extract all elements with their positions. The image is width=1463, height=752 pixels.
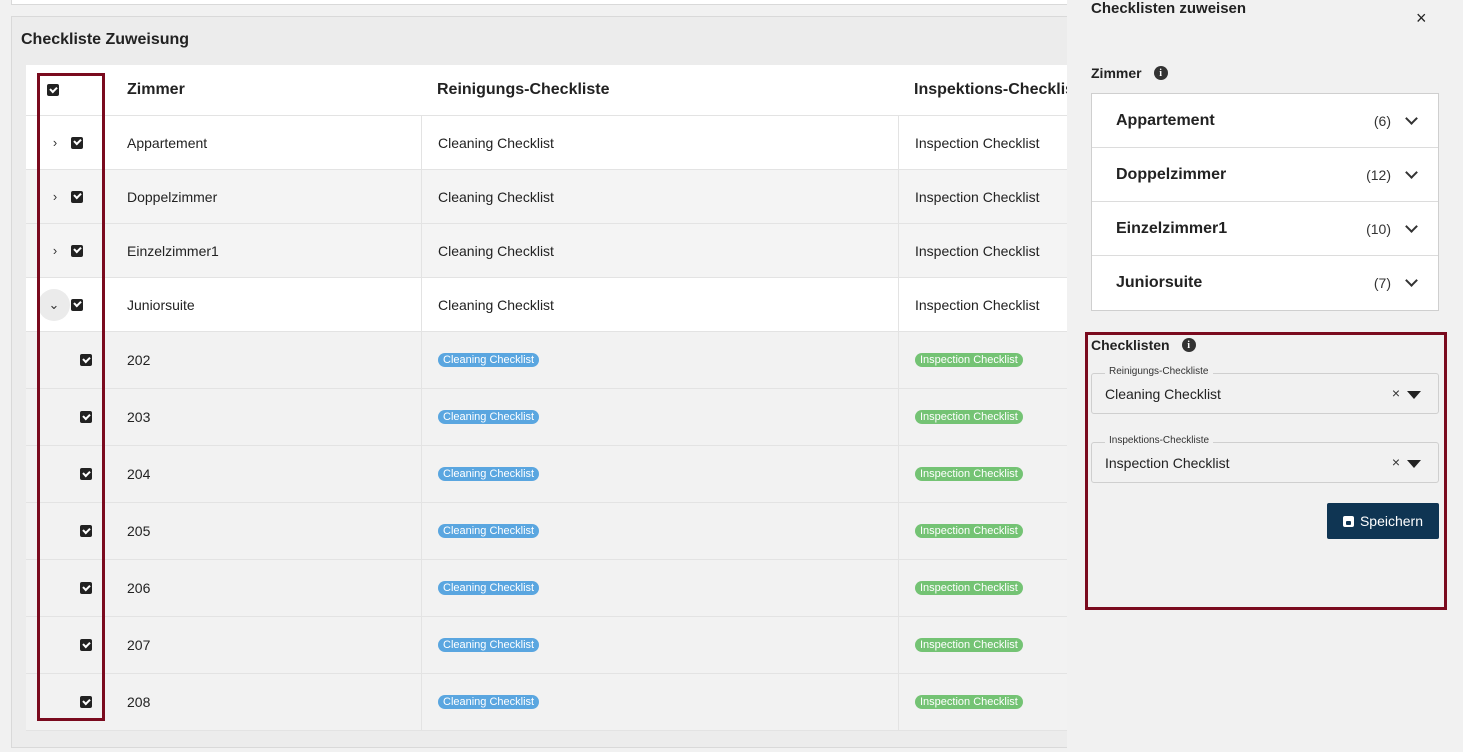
inspection-badge: Inspection Checklist xyxy=(915,524,1023,538)
chevron-down-icon[interactable] xyxy=(1405,112,1418,125)
header-zimmer[interactable]: Zimmer xyxy=(127,65,421,115)
inspection-badge: Inspection Checklist xyxy=(915,467,1023,481)
room-number: 205 xyxy=(127,523,151,539)
cleaning-badge: Cleaning Checklist xyxy=(438,410,540,424)
table-row[interactable]: 202 Cleaning Checklist Inspection Checkl… xyxy=(26,332,1082,389)
cleaning-badge: Cleaning Checklist xyxy=(438,581,540,595)
table-row-group[interactable]: › Doppelzimmer Cleaning Checklist Inspec… xyxy=(26,170,1082,224)
table-row[interactable]: 203 Cleaning Checklist Inspection Checkl… xyxy=(26,389,1082,446)
cleaning-badge: Cleaning Checklist xyxy=(438,467,540,481)
inspection-checklist-cell: Inspection Checklist xyxy=(898,278,1082,331)
room-number: 202 xyxy=(127,352,151,368)
cleaning-checklist-cell: Cleaning Checklist xyxy=(421,170,898,223)
inspection-badge: Inspection Checklist xyxy=(915,638,1023,652)
room-type-accordion: Appartement (6) Doppelzimmer (12) Einzel… xyxy=(1091,93,1439,311)
room-type-name: Doppelzimmer xyxy=(127,188,218,205)
cleaning-checklist-cell: Cleaning Checklist xyxy=(421,116,898,169)
inspection-badge: Inspection Checklist xyxy=(915,695,1023,709)
accordion-item-name: Einzelzimmer1 xyxy=(1116,219,1228,237)
accordion-item-name: Appartement xyxy=(1116,111,1215,129)
cleaning-badge: Cleaning Checklist xyxy=(438,695,540,709)
accordion-item-count: (6) xyxy=(1373,112,1391,129)
accordion-item-count: (10) xyxy=(1366,220,1391,237)
table-row[interactable]: 206 Cleaning Checklist Inspection Checkl… xyxy=(26,560,1082,617)
accordion-item[interactable]: Einzelzimmer1 (10) xyxy=(1092,202,1438,256)
accordion-item-name: Juniorsuite xyxy=(1116,274,1203,291)
inspection-checklist-cell: Inspection Checklist xyxy=(898,224,1082,277)
room-number: 207 xyxy=(127,637,151,653)
accordion-item-name: Doppelzimmer xyxy=(1116,165,1227,183)
card-title: Checkliste Zuweisung xyxy=(21,31,190,48)
cleaning-checklist-cell: Cleaning Checklist xyxy=(421,278,898,331)
room-number: 206 xyxy=(127,580,151,596)
checklist-assignment-card: Checkliste Zuweisung Zimmer Reinigungs-C… xyxy=(11,16,1082,748)
inspection-badge: Inspection Checklist xyxy=(915,353,1023,367)
table-row-group[interactable]: ⌄ Juniorsuite Cleaning Checklist Inspect… xyxy=(26,278,1082,332)
info-icon[interactable]: i xyxy=(1153,66,1168,80)
room-type-name: Appartement xyxy=(127,134,208,151)
cleaning-checklist-cell: Cleaning Checklist xyxy=(421,224,898,277)
zimmer-label-text: Zimmer xyxy=(1091,65,1142,81)
table-row[interactable]: 204 Cleaning Checklist Inspection Checkl… xyxy=(26,446,1082,503)
accordion-item-count: (7) xyxy=(1373,275,1391,291)
cleaning-badge: Cleaning Checklist xyxy=(438,638,540,652)
table-row[interactable]: 205 Cleaning Checklist Inspection Checkl… xyxy=(26,503,1082,560)
header-reinigung[interactable]: Reinigungs-Checkliste xyxy=(421,65,898,115)
panel-title: Checklisten zuweisen xyxy=(1091,0,1247,17)
inspection-checklist-cell: Inspection Checklist xyxy=(898,116,1082,169)
header-inspektion[interactable]: Inspektions-Checklist xyxy=(898,65,1082,115)
checkbox-column-highlight xyxy=(37,73,105,721)
chevron-down-icon[interactable] xyxy=(1405,274,1418,287)
inspection-checklist-cell: Inspection Checklist xyxy=(898,170,1082,223)
cleaning-badge: Cleaning Checklist xyxy=(438,524,540,538)
room-type-name: Einzelzimmer1 xyxy=(127,242,219,259)
accordion-item[interactable]: Doppelzimmer (12) xyxy=(1092,148,1438,202)
zimmer-section-label: Zimmer i xyxy=(1091,65,1168,81)
inspection-badge: Inspection Checklist xyxy=(915,410,1023,424)
chevron-down-icon[interactable] xyxy=(1405,220,1418,233)
room-type-name: Juniorsuite xyxy=(127,296,195,313)
cleaning-badge: Cleaning Checklist xyxy=(438,353,540,367)
table-row[interactable]: 208 Cleaning Checklist Inspection Checkl… xyxy=(26,674,1082,731)
chevron-down-icon[interactable] xyxy=(1405,166,1418,179)
accordion-item[interactable]: Appartement (6) xyxy=(1092,94,1438,148)
table-row[interactable]: 207 Cleaning Checklist Inspection Checkl… xyxy=(26,617,1082,674)
top-card-edge xyxy=(11,0,1081,5)
checklists-section-highlight xyxy=(1085,332,1447,610)
accordion-item-count: (12) xyxy=(1366,166,1391,183)
close-icon[interactable]: × xyxy=(1416,8,1427,29)
assignment-table: Zimmer Reinigungs-Checkliste Inspektions… xyxy=(26,65,1082,731)
room-number: 204 xyxy=(127,466,151,482)
accordion-item[interactable]: Juniorsuite (7) xyxy=(1092,256,1438,310)
table-header: Zimmer Reinigungs-Checkliste Inspektions… xyxy=(26,65,1082,116)
room-number: 208 xyxy=(127,694,151,710)
table-row-group[interactable]: › Einzelzimmer1 Cleaning Checklist Inspe… xyxy=(26,224,1082,278)
inspection-badge: Inspection Checklist xyxy=(915,581,1023,595)
room-number: 203 xyxy=(127,409,151,425)
table-row-group[interactable]: › Appartement Cleaning Checklist Inspect… xyxy=(26,116,1082,170)
